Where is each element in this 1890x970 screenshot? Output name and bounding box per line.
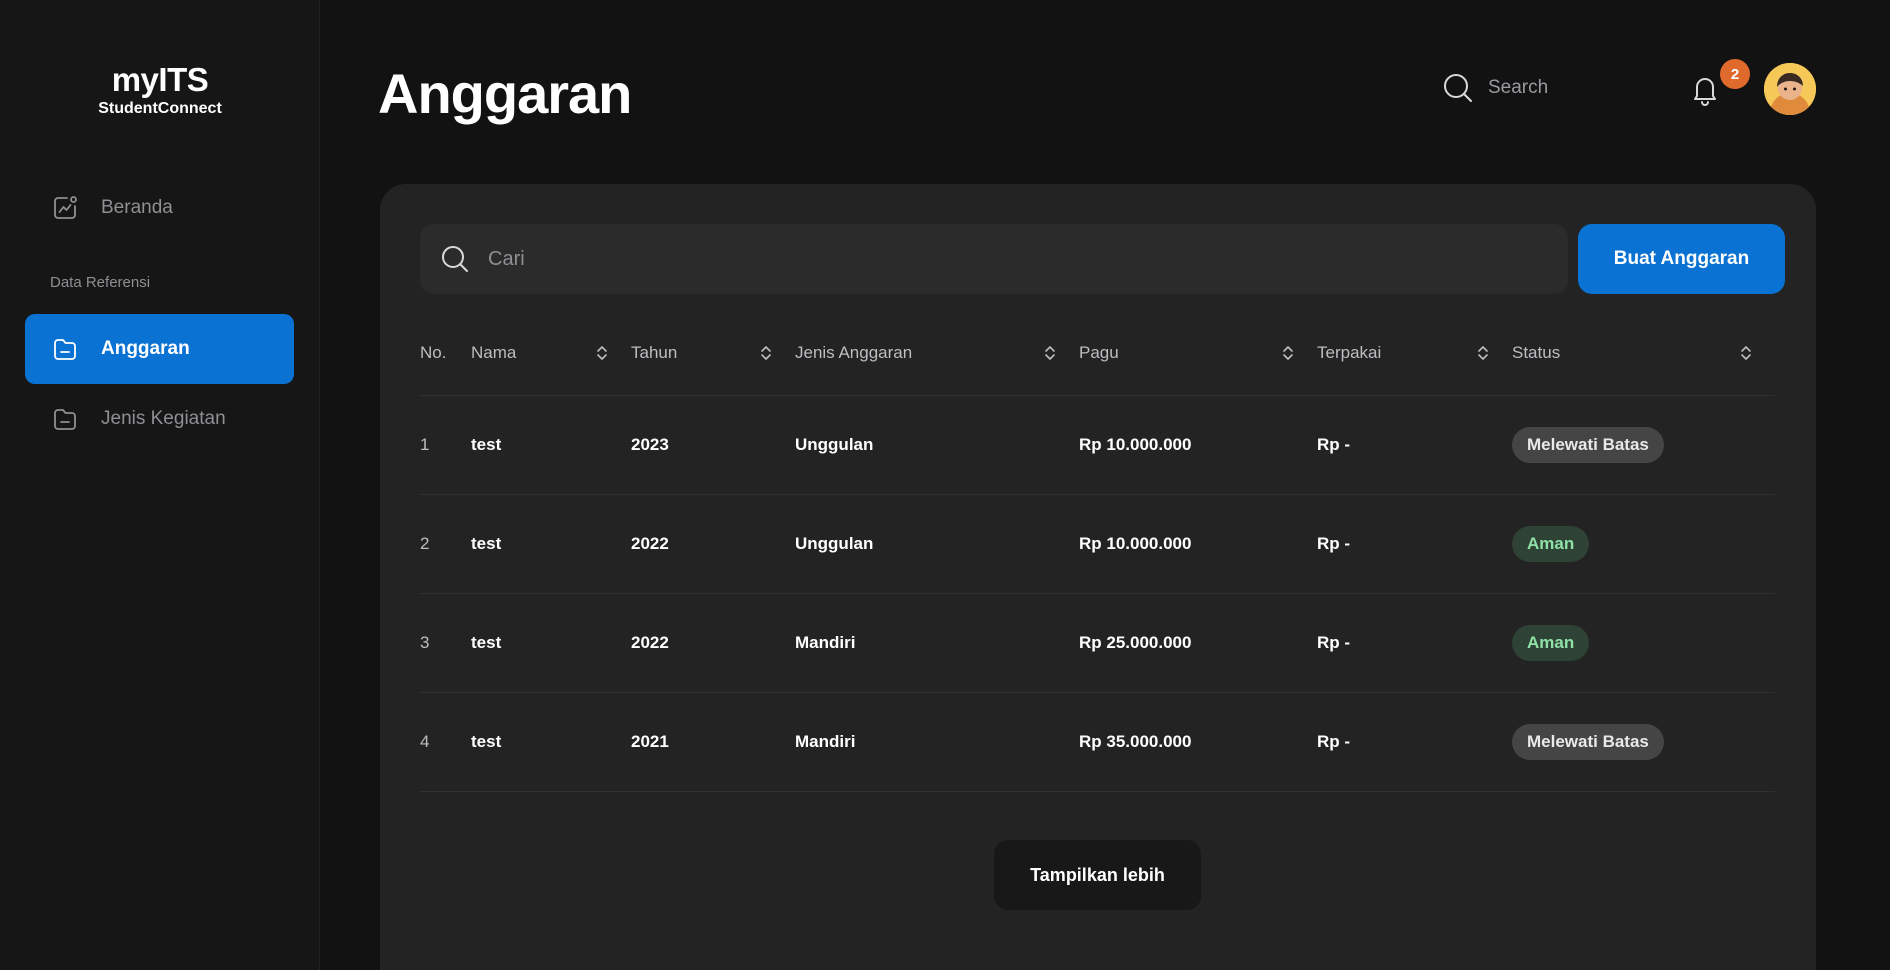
cell-tahun: 2022 bbox=[631, 593, 795, 693]
sort-icon[interactable] bbox=[1043, 344, 1057, 362]
cell-pagu: Rp 10.000.000 bbox=[1079, 494, 1317, 594]
cell-status: Melewati Batas bbox=[1512, 692, 1775, 792]
create-budget-button[interactable]: Buat Anggaran bbox=[1578, 224, 1785, 294]
sort-icon[interactable] bbox=[1476, 344, 1490, 362]
cell-nama: test bbox=[471, 494, 631, 594]
cell-no: 2 bbox=[420, 494, 471, 594]
cell-no: 4 bbox=[420, 692, 471, 792]
sidebar-item-label: Anggaran bbox=[101, 338, 190, 359]
cell-jenis: Unggulan bbox=[795, 494, 1079, 594]
cell-terpakai: Rp - bbox=[1317, 494, 1512, 594]
budget-table: No. Nama Tahun Jenis Anggaran Pagu Terpa… bbox=[420, 312, 1775, 792]
folder-icon bbox=[51, 405, 79, 433]
cell-tahun: 2023 bbox=[631, 395, 795, 495]
column-header-label: Terpakai bbox=[1317, 343, 1382, 363]
brand-logo[interactable]: myITS StudentConnect bbox=[0, 62, 320, 118]
column-header-label: Tahun bbox=[631, 343, 678, 363]
table-row[interactable]: 2 test 2022 Unggulan Rp 10.000.000 Rp - … bbox=[420, 494, 1775, 594]
column-header-label: Jenis Anggaran bbox=[795, 343, 913, 363]
column-header-label: Status bbox=[1512, 343, 1561, 363]
table-row[interactable]: 3 test 2022 Mandiri Rp 25.000.000 Rp - A… bbox=[420, 593, 1775, 693]
cell-tahun: 2022 bbox=[631, 494, 795, 594]
page-title: Anggaran bbox=[378, 62, 632, 125]
column-header-label: No. bbox=[420, 343, 447, 363]
cell-terpakai: Rp - bbox=[1317, 692, 1512, 792]
table-header-row: No. Nama Tahun Jenis Anggaran Pagu Terpa… bbox=[420, 312, 1775, 396]
sidebar-item-label: Jenis Kegiatan bbox=[101, 408, 226, 429]
cell-jenis: Mandiri bbox=[795, 593, 1079, 693]
cell-nama: test bbox=[471, 395, 631, 495]
sidebar-item-anggaran[interactable]: Anggaran bbox=[25, 314, 294, 384]
sidebar: myITS StudentConnect Beranda Data Refere… bbox=[0, 0, 320, 970]
cell-terpakai: Rp - bbox=[1317, 593, 1512, 693]
cell-no: 1 bbox=[420, 395, 471, 495]
column-header-label: Nama bbox=[471, 343, 517, 363]
column-header-terpakai[interactable]: Terpakai bbox=[1317, 312, 1512, 396]
avatar[interactable] bbox=[1764, 63, 1816, 115]
notification-badge: 2 bbox=[1720, 59, 1750, 89]
cell-status: Aman bbox=[1512, 494, 1775, 594]
header-search-label: Search bbox=[1488, 77, 1549, 98]
cell-jenis: Unggulan bbox=[795, 395, 1079, 495]
search-field[interactable] bbox=[420, 224, 1568, 294]
cell-tahun: 2021 bbox=[631, 692, 795, 792]
column-header-no: No. bbox=[420, 312, 471, 396]
sidebar-item-label: Beranda bbox=[101, 197, 173, 218]
column-header-label: Pagu bbox=[1079, 343, 1119, 363]
search-icon bbox=[442, 246, 468, 272]
brand-name: myITS bbox=[111, 61, 209, 98]
sort-icon[interactable] bbox=[759, 344, 773, 362]
cell-pagu: Rp 10.000.000 bbox=[1079, 395, 1317, 495]
folder-icon bbox=[51, 335, 79, 363]
status-badge: Melewati Batas bbox=[1512, 426, 1664, 463]
table-row[interactable]: 4 test 2021 Mandiri Rp 35.000.000 Rp - M… bbox=[420, 692, 1775, 792]
sidebar-item-beranda[interactable]: Beranda bbox=[25, 173, 294, 243]
bell-icon[interactable] bbox=[1690, 74, 1720, 106]
status-badge: Aman bbox=[1512, 624, 1590, 661]
cell-terpakai: Rp - bbox=[1317, 395, 1512, 495]
cell-nama: test bbox=[471, 593, 631, 693]
budget-card: Buat Anggaran No. Nama Tahun Jenis Angga… bbox=[380, 184, 1816, 970]
cell-nama: test bbox=[471, 692, 631, 792]
cell-status: Aman bbox=[1512, 593, 1775, 693]
cell-status: Melewati Batas bbox=[1512, 395, 1775, 495]
show-more-button[interactable]: Tampilkan lebih bbox=[994, 840, 1201, 910]
header-search[interactable]: Search bbox=[1442, 72, 1548, 104]
chart-icon bbox=[51, 194, 79, 222]
cell-pagu: Rp 35.000.000 bbox=[1079, 692, 1317, 792]
search-input[interactable] bbox=[488, 247, 1488, 271]
sidebar-item-jenis-kegiatan[interactable]: Jenis Kegiatan bbox=[25, 384, 294, 454]
column-header-status[interactable]: Status bbox=[1512, 312, 1775, 396]
sort-icon[interactable] bbox=[595, 344, 609, 362]
cell-no: 3 bbox=[420, 593, 471, 693]
search-icon bbox=[1444, 74, 1472, 102]
column-header-nama[interactable]: Nama bbox=[471, 312, 631, 396]
status-badge: Melewati Batas bbox=[1512, 723, 1664, 760]
column-header-jenis-anggaran[interactable]: Jenis Anggaran bbox=[795, 312, 1079, 396]
table-row[interactable]: 1 test 2023 Unggulan Rp 10.000.000 Rp - … bbox=[420, 395, 1775, 495]
column-header-pagu[interactable]: Pagu bbox=[1079, 312, 1317, 396]
cell-pagu: Rp 25.000.000 bbox=[1079, 593, 1317, 693]
sort-icon[interactable] bbox=[1281, 344, 1295, 362]
brand-subtitle: StudentConnect bbox=[98, 100, 222, 117]
column-header-tahun[interactable]: Tahun bbox=[631, 312, 795, 396]
cell-jenis: Mandiri bbox=[795, 692, 1079, 792]
section-label: Data Referensi bbox=[50, 274, 151, 291]
status-badge: Aman bbox=[1512, 525, 1590, 562]
sort-icon[interactable] bbox=[1739, 344, 1753, 362]
